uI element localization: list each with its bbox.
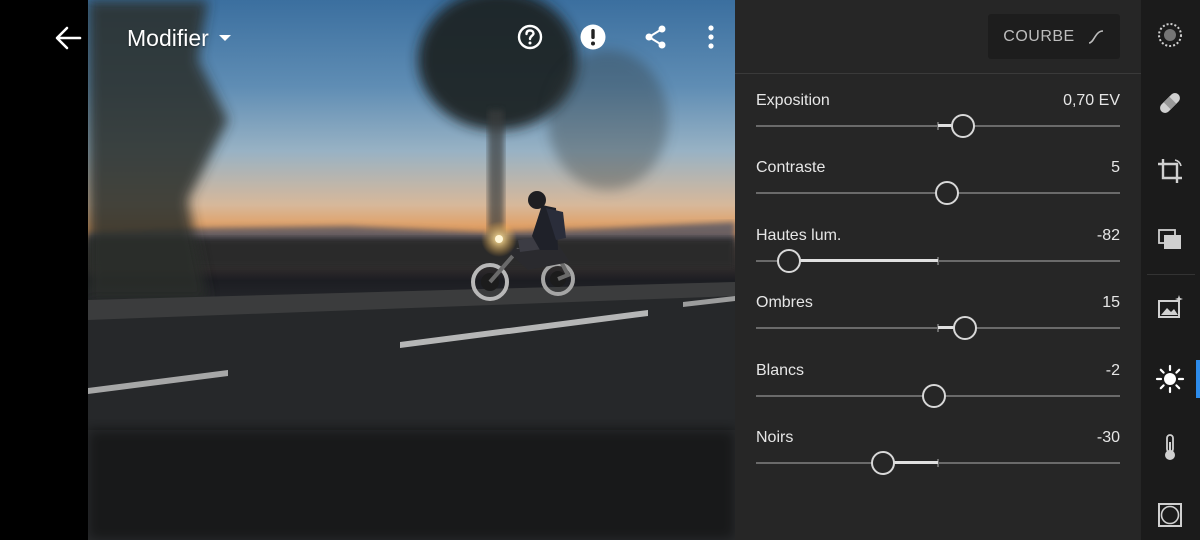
more-vertical-icon[interactable] <box>696 22 726 52</box>
healing-icon[interactable] <box>1155 88 1185 118</box>
mode-title: Modifier <box>127 24 209 51</box>
motorcycle-photo <box>88 0 735 540</box>
curve-button-label: COURBE <box>1003 27 1075 45</box>
slider-row-exposure: Exposition 0,70 EV <box>756 92 1120 152</box>
active-tool-indicator <box>1196 360 1200 398</box>
crop-icon[interactable] <box>1155 156 1185 186</box>
share-icon[interactable] <box>641 22 671 52</box>
curve-button[interactable]: COURBE <box>988 14 1120 59</box>
selective-icon[interactable] <box>1155 20 1185 50</box>
highlights-slider[interactable] <box>756 249 1120 273</box>
slider-row-highlights: Hautes lum. -82 <box>756 227 1120 287</box>
vignette-icon[interactable] <box>1155 500 1185 530</box>
light-icon[interactable] <box>1155 364 1185 394</box>
exposure-slider[interactable] <box>756 114 1120 138</box>
slider-label: Blancs <box>756 362 805 379</box>
shadows-slider[interactable] <box>756 316 1120 340</box>
slider-label: Hautes lum. <box>756 227 842 244</box>
presets-icon[interactable] <box>1155 224 1185 254</box>
panel-header: COURBE <box>735 0 1141 74</box>
slider-label: Noirs <box>756 429 794 446</box>
slider-label: Ombres <box>756 294 813 311</box>
slider-value: -30 <box>1096 429 1120 446</box>
back-arrow-icon[interactable] <box>50 20 86 56</box>
blacks-slider[interactable] <box>756 451 1120 475</box>
slider-thumb[interactable] <box>776 249 801 273</box>
alert-icon[interactable] <box>578 22 608 52</box>
slider-row-shadows: Ombres 15 <box>756 294 1120 354</box>
mode-dropdown[interactable]: Modifier <box>127 22 231 54</box>
slider-thumb[interactable] <box>922 384 947 408</box>
whites-slider[interactable] <box>756 384 1120 408</box>
slider-label: Exposition <box>756 92 830 109</box>
slider-value: -82 <box>1096 227 1120 244</box>
dropdown-caret-icon <box>218 35 231 41</box>
help-icon[interactable] <box>515 22 545 52</box>
slider-thumb[interactable] <box>871 451 896 475</box>
light-adjustment-panel: COURBE Exposition 0,70 EV Contraste 5 Ha… <box>735 0 1141 540</box>
slider-fill <box>788 259 938 262</box>
photo-canvas[interactable] <box>88 0 735 540</box>
contrast-slider[interactable] <box>756 181 1120 205</box>
color-temperature-icon[interactable] <box>1155 432 1185 462</box>
slider-value: -2 <box>1105 362 1120 379</box>
slider-row-blacks: Noirs -30 <box>756 429 1120 489</box>
slider-value: 5 <box>1111 159 1120 176</box>
slider-value: 0,70 EV <box>1063 92 1120 109</box>
auto-enhance-icon[interactable] <box>1155 292 1185 322</box>
slider-thumb[interactable] <box>935 181 960 205</box>
slider-label: Contraste <box>756 159 826 176</box>
slider-value: 15 <box>1102 294 1120 311</box>
top-toolbar: Modifier <box>0 0 735 74</box>
left-margin <box>0 0 88 540</box>
slider-row-contrast: Contraste 5 <box>756 159 1120 219</box>
slider-row-whites: Blancs -2 <box>756 362 1120 422</box>
curve-icon <box>1088 29 1103 44</box>
slider-thumb[interactable] <box>953 316 978 340</box>
slider-thumb[interactable] <box>951 114 976 138</box>
tool-rail <box>1141 0 1200 540</box>
rail-divider <box>1147 274 1195 275</box>
